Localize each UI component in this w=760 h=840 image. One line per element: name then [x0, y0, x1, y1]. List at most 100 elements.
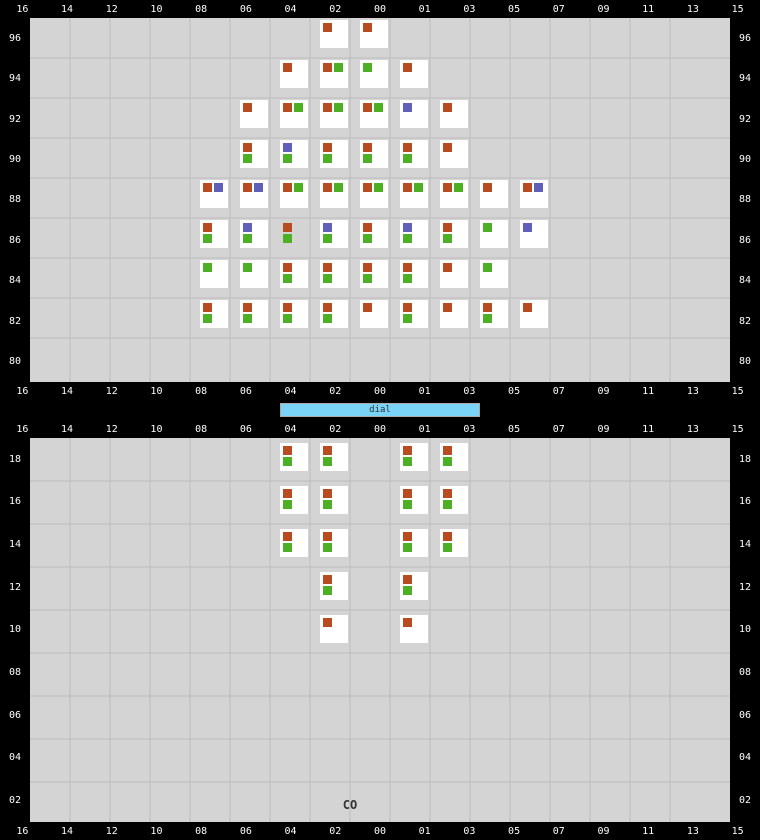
data-cell [520, 180, 548, 208]
data-cell [240, 260, 268, 288]
data-cell [280, 529, 308, 557]
bottom-right-axis: 18 16 14 12 10 08 06 04 02 [730, 438, 760, 822]
data-cell [200, 220, 228, 248]
data-cell [440, 300, 468, 328]
top-axis-label: 16 [3, 4, 41, 15]
data-cell [360, 20, 388, 48]
bottom-bottom-axis: 16 14 12 10 08 06 04 02 00 01 03 05 07 0… [0, 822, 760, 840]
data-cell [440, 529, 468, 557]
data-cell [480, 300, 508, 328]
axis-label: 08 [182, 386, 220, 397]
data-cell [440, 180, 468, 208]
data-cell [400, 486, 428, 514]
bottom-grid-area: CO [30, 438, 730, 822]
data-cell [320, 180, 348, 208]
data-cell [320, 100, 348, 128]
data-cell [280, 443, 308, 471]
bottom-left-axis: 18 16 14 12 10 08 06 04 02 [0, 438, 30, 822]
data-cell [240, 220, 268, 248]
data-cell [400, 140, 428, 168]
axis-label: 13 [674, 386, 712, 397]
top-axis-label: 01 [406, 4, 444, 15]
data-cell [400, 615, 428, 643]
data-cell [240, 180, 268, 208]
top-axis-label: 07 [540, 4, 578, 15]
data-cell [360, 300, 388, 328]
bottom-top-axis: 16 14 12 10 08 06 04 02 00 01 03 05 07 0… [0, 420, 760, 438]
data-cell [400, 443, 428, 471]
data-cell [360, 220, 388, 248]
data-cell [400, 180, 428, 208]
data-cell [480, 180, 508, 208]
axis-label: 16 [3, 386, 41, 397]
data-cell [360, 60, 388, 88]
data-cell [320, 572, 348, 600]
top-axis-label: 02 [316, 4, 354, 15]
data-cell [400, 60, 428, 88]
grid-area [30, 18, 730, 382]
data-cell [280, 60, 308, 88]
axis-label: 15 [719, 386, 757, 397]
data-cell [360, 140, 388, 168]
data-cell [320, 486, 348, 514]
data-cell [520, 300, 548, 328]
axis-label: 12 [93, 386, 131, 397]
data-cell [280, 300, 308, 328]
data-cell [440, 140, 468, 168]
data-cell [240, 140, 268, 168]
top-axis-label: 14 [48, 4, 86, 15]
top-axis-label: 08 [182, 4, 220, 15]
data-cell [280, 140, 308, 168]
data-cell [440, 220, 468, 248]
data-cell [400, 572, 428, 600]
separator-bar: dial [0, 400, 760, 420]
data-cell [440, 100, 468, 128]
data-cell [320, 140, 348, 168]
data-cell [280, 180, 308, 208]
top-axis-label: 03 [450, 4, 488, 15]
data-cell [400, 300, 428, 328]
top-axis-label: 05 [495, 4, 533, 15]
top-panel-bottom-axis: 16 14 12 10 08 06 04 02 00 01 03 05 07 0… [0, 382, 760, 400]
axis-label: 06 [227, 386, 265, 397]
data-cell [480, 220, 508, 248]
data-cell [400, 260, 428, 288]
top-axis-label: 04 [272, 4, 310, 15]
data-cell [240, 300, 268, 328]
data-cell [240, 100, 268, 128]
axis-label: 11 [629, 386, 667, 397]
axis-label: 01 [406, 386, 444, 397]
top-panel: 16 14 12 10 08 06 04 02 00 01 03 05 07 0… [0, 0, 760, 400]
top-axis-label: 15 [719, 4, 757, 15]
data-cell [320, 20, 348, 48]
dial-bar[interactable]: dial [280, 403, 480, 417]
data-cell [320, 60, 348, 88]
data-cell [200, 180, 228, 208]
data-cell [440, 260, 468, 288]
axis-label: 10 [137, 386, 175, 397]
data-cell [280, 100, 308, 128]
data-cell [280, 486, 308, 514]
data-cell [440, 443, 468, 471]
data-cell [320, 615, 348, 643]
axis-label: 02 [316, 386, 354, 397]
data-cell [280, 260, 308, 288]
top-axis-label: 11 [629, 4, 667, 15]
left-axis: 96 94 92 90 88 86 84 82 80 [0, 18, 30, 382]
axis-label: 07 [540, 386, 578, 397]
axis-label: 04 [272, 386, 310, 397]
top-axis-label: 06 [227, 4, 265, 15]
data-cell [480, 260, 508, 288]
axis-label: 03 [450, 386, 488, 397]
top-axis-label: 10 [137, 4, 175, 15]
top-axis-label: 09 [584, 4, 622, 15]
axis-label: 05 [495, 386, 533, 397]
top-axis-label: 12 [93, 4, 131, 15]
data-cell [200, 300, 228, 328]
data-cell [320, 220, 348, 248]
data-cell [400, 100, 428, 128]
data-cell [320, 300, 348, 328]
axis-label: 00 [361, 386, 399, 397]
top-axis-label: 00 [361, 4, 399, 15]
axis-label: 14 [48, 386, 86, 397]
